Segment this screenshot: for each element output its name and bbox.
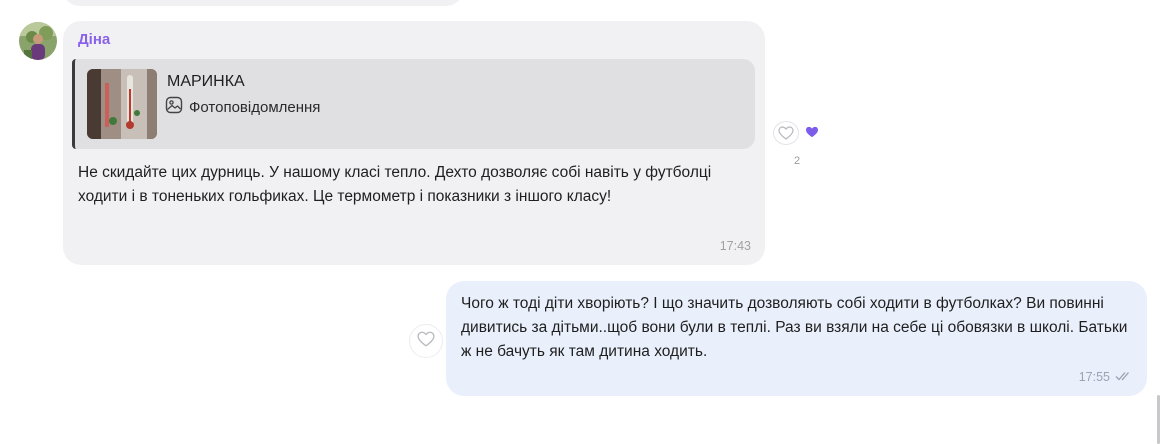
double-check-icon (1115, 370, 1133, 384)
heart-outline-icon[interactable] (773, 121, 799, 145)
reply-type-label: Фотоповідомлення (189, 98, 321, 116)
sender-name[interactable]: Діна (78, 31, 110, 48)
quoted-reply[interactable]: МАРИНКА Фотоповідомлення (72, 59, 755, 149)
heart-outline-icon (417, 331, 435, 352)
photo-icon (165, 96, 183, 118)
outgoing-message-bubble[interactable]: Чого ж тоді діти хворіють? І що значить … (446, 281, 1147, 396)
incoming-message-bubble[interactable]: Діна МАРИНКА Фотоповідомлення Не скидайт… (63, 21, 765, 265)
message-time: 17:55 (1078, 370, 1110, 384)
avatar[interactable] (19, 22, 57, 60)
like-button[interactable] (409, 324, 443, 358)
message-meta: 17:55 (1079, 370, 1133, 384)
message-text: Не скидайте цих дурниць. У нашому класі … (78, 164, 712, 205)
message-time: 17:43 (719, 239, 751, 253)
previous-message-bubble (62, 0, 464, 6)
heart-filled-icon[interactable] (804, 124, 820, 140)
reply-author: МАРИНКА (167, 73, 245, 90)
reply-photo-thumbnail (87, 69, 157, 139)
message-text: Чого ж тоді діти хворіють? І що значить … (461, 295, 1128, 360)
reaction-count[interactable]: 2 (794, 155, 800, 167)
scrollbar[interactable] (1157, 395, 1160, 444)
reply-type: Фотоповідомлення (165, 96, 320, 118)
